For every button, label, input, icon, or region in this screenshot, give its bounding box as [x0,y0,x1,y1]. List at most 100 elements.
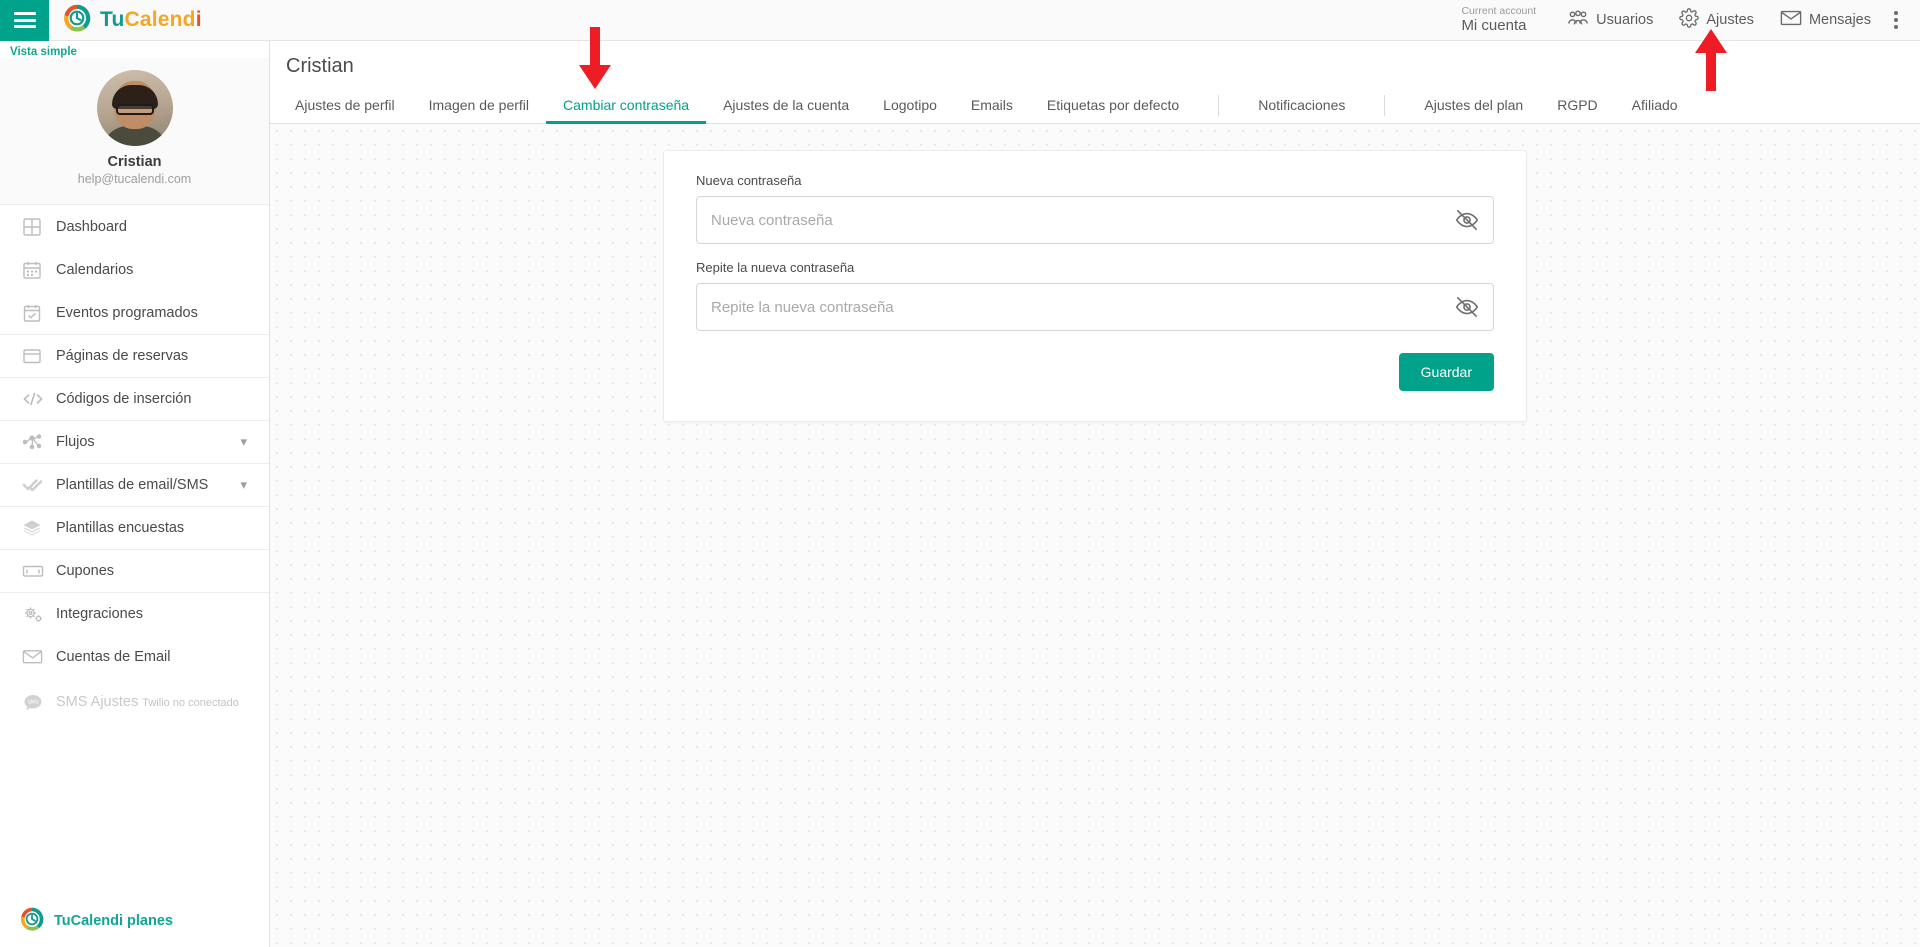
ticket-icon [22,563,56,579]
sidebar-item-calendarios[interactable]: Calendarios [0,248,269,291]
profile-name: Cristian [107,154,162,170]
calendar-check-icon [22,303,56,323]
sidebar-item-flujos[interactable]: Flujos ▾ [0,420,269,463]
brand-part-1: Tu [100,8,125,31]
brand-part-2: Calend [124,8,196,31]
hamburger-icon [13,12,36,28]
header-item-mensajes[interactable]: Mensajes [1767,0,1884,41]
sidebar-item-paginas-de-reservas-label: Páginas de reservas [56,348,189,364]
chevron-down-icon[interactable]: ▾ [240,434,247,450]
sidebar-item-plantillas-encuestas[interactable]: Plantillas encuestas [0,506,269,549]
tab-panel-cambiar-contrasena: Nueva contraseña Repite la nu [270,124,1920,947]
repeat-password-input-wrap [696,283,1494,331]
tab-afiliado[interactable]: Afiliado [1615,88,1695,124]
sidebar-item-cuentas-de-email[interactable]: Cuentas de Email [0,635,269,678]
sidebar-item-plantillas-de-email-sms-label: Plantillas de email/SMS [56,477,209,493]
tab-notificaciones[interactable]: Notificaciones [1241,88,1362,124]
sidebar-item-calendarios-label: Calendarios [56,261,134,278]
tab-imagen-de-perfil[interactable]: Imagen de perfil [412,88,546,124]
profile-email: help@tucalendi.com [77,172,192,186]
current-account-name: Mi cuenta [1461,17,1527,35]
brand-logo[interactable]: TuCalendi [63,4,202,37]
tucalendi-planes-label: TuCalendi planes [54,913,173,929]
repeat-password-label: Repite la nueva contraseña [696,260,855,275]
new-password-field: Nueva contraseña [696,173,1494,244]
header-item-usuarios[interactable]: Usuarios [1554,0,1666,41]
new-password-label: Nueva contraseña [696,173,802,188]
gear-icon [1679,8,1700,32]
brand-name: TuCalendi [100,8,202,32]
code-icon [22,389,56,409]
sidebar-item-sms-ajustes: SMS SMS Ajustes Twilio no conectado [0,678,269,726]
users-icon [1567,9,1589,31]
brand-part-3: i [195,8,202,31]
sidebar-item-dashboard[interactable]: Dashboard [0,205,269,248]
svg-text:SMS: SMS [28,700,40,706]
sms-bubble-icon: SMS [22,692,56,712]
sidebar-item-paginas-de-reservas[interactable]: Páginas de reservas [0,334,269,377]
new-password-input-wrap [696,196,1494,244]
flow-nodes-icon [22,432,56,452]
tab-divider [1384,95,1386,116]
sidebar-nav: Dashboard Calendarios Eventos programado… [0,205,269,726]
avatar[interactable] [96,70,173,146]
sidebar-item-plantillas-encuestas-label: Plantillas encuestas [56,520,185,536]
more-vertical-icon[interactable] [1884,11,1912,29]
eye-off-icon[interactable] [1441,284,1493,330]
calendar-icon [22,260,56,280]
tab-emails[interactable]: Emails [954,88,1030,124]
settings-tabs: Ajustes de perfil Imagen de perfil Cambi… [270,88,1920,124]
tab-divider [1218,95,1220,116]
app-root: TuCalendi Current account Mi cuenta Usua… [0,0,1920,947]
eye-off-icon[interactable] [1441,197,1493,243]
tucalendi-logo-icon [20,907,44,936]
sidebar-item-eventos-programados-label: Eventos programados [56,304,198,321]
header-right-group: Current account Mi cuenta Usuarios Ajust… [1461,0,1920,41]
double-check-icon [22,475,56,495]
layers-icon [22,518,56,538]
repeat-password-input[interactable] [697,284,1441,330]
repeat-password-field: Repite la nueva contraseña [696,260,1494,331]
tab-etiquetas-por-defecto[interactable]: Etiquetas por defecto [1030,88,1196,124]
chevron-down-icon[interactable]: ▾ [240,477,247,493]
window-icon [22,346,56,366]
simple-view-link[interactable]: Vista simple [0,41,269,58]
main-content: Cristian Ajustes de perfil Imagen de per… [270,41,1920,947]
sidebar-item-plantillas-de-email-sms[interactable]: Plantillas de email/SMS ▾ [0,463,269,506]
hamburger-menu-button[interactable] [0,0,49,41]
sidebar-item-codigos-de-insercion[interactable]: Códigos de inserción [0,377,269,420]
new-password-input[interactable] [697,197,1441,243]
sidebar-item-sms-ajustes-label: SMS Ajustes [56,694,139,710]
sidebar-item-integraciones[interactable]: Integraciones [0,592,269,635]
sidebar-item-cupones[interactable]: Cupones [0,549,269,592]
current-account-caption: Current account [1461,4,1537,17]
tab-ajustes-del-plan[interactable]: Ajustes del plan [1407,88,1540,124]
tab-ajustes-de-la-cuenta[interactable]: Ajustes de la cuenta [706,88,866,124]
sidebar-item-sms-ajustes-sublabel: Twilio no conectado [142,697,239,709]
tab-logotipo[interactable]: Logotipo [866,88,954,124]
tab-cambiar-contrasena[interactable]: Cambiar contraseña [546,88,707,124]
sidebar-item-cupones-label: Cupones [56,563,115,579]
sidebar-item-flujos-label: Flujos [56,434,95,450]
top-header-bar: TuCalendi Current account Mi cuenta Usua… [0,0,1920,41]
sidebar-profile: Cristian help@tucalendi.com [0,58,269,205]
header-item-ajustes-label: Ajustes [1706,12,1754,28]
page-title: Cristian [286,55,354,77]
envelope-icon [22,648,56,665]
tucalendi-planes-link[interactable]: TuCalendi planes [0,895,269,947]
tab-rgpd[interactable]: RGPD [1540,88,1614,124]
header-item-ajustes[interactable]: Ajustes [1666,0,1767,41]
sidebar-item-integraciones-label: Integraciones [56,606,144,622]
form-actions: Guardar [696,353,1494,391]
sidebar-item-codigos-de-insercion-label: Códigos de inserción [56,391,192,407]
envelope-icon [1780,9,1802,31]
sidebar-item-dashboard-label: Dashboard [56,218,127,235]
save-button[interactable]: Guardar [1398,353,1494,391]
tab-ajustes-de-perfil[interactable]: Ajustes de perfil [278,88,412,124]
change-password-card: Nueva contraseña Repite la nu [663,150,1527,422]
current-account[interactable]: Current account Mi cuenta [1461,5,1536,35]
sidebar-item-eventos-programados[interactable]: Eventos programados [0,291,269,334]
sidebar: Vista simple Cristian help@tucalendi.com… [0,41,270,947]
gears-icon [22,604,56,624]
header-item-mensajes-label: Mensajes [1808,12,1871,28]
